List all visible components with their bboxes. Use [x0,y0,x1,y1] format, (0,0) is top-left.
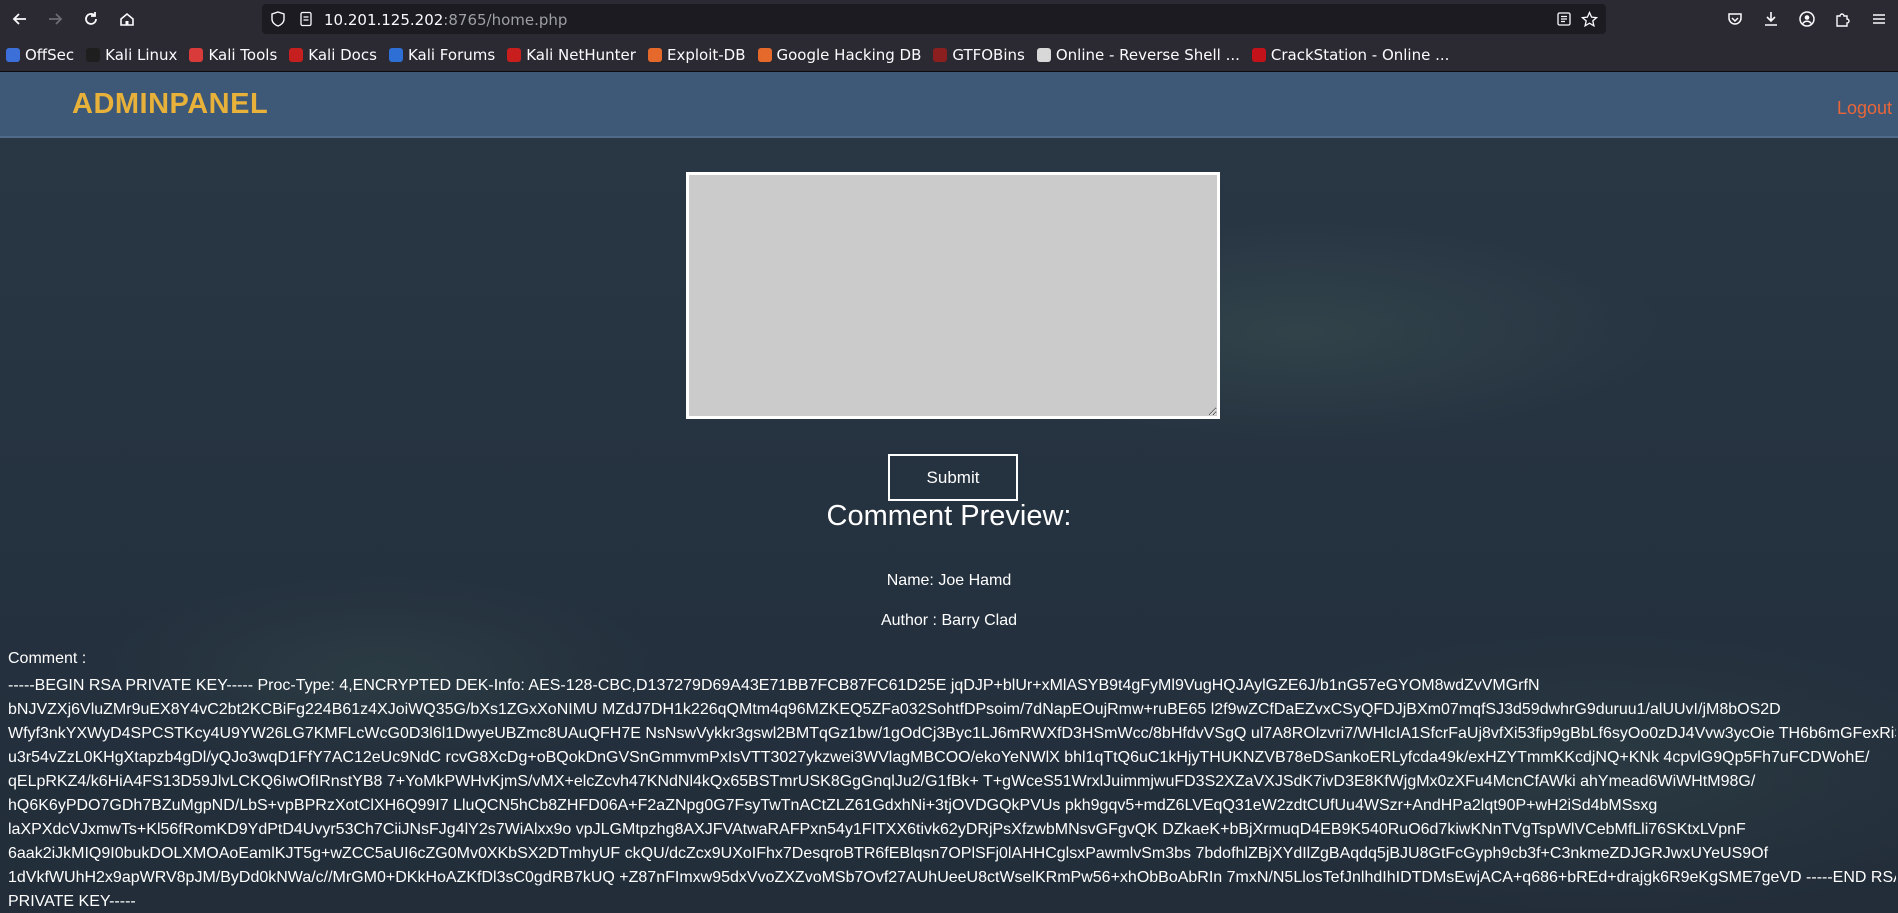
bookmark-item[interactable]: Kali Forums [388,45,496,64]
bookmark-label: Kali Linux [105,45,178,64]
arrow-left-icon [12,13,26,25]
bookmarks-bar: OffSec Kali Linux Kali Tools Kali Docs Kali … [0,38,1898,72]
reload-button[interactable] [76,4,106,34]
bookmark-item[interactable]: Google Hacking DB [757,45,922,64]
bookmark-label: Exploit-DB [666,45,746,64]
account-icon [1799,11,1815,27]
bookmark-item[interactable]: Exploit-DB [647,45,746,64]
reload-icon [85,12,97,25]
comment-line: 6aak2iJkMIQ9I0bukDOLXMOAoEamlKJT5g+wZCC5… [8,845,1769,862]
preview-name: Name: Joe Hamd [886,572,1012,589]
brand-title[interactable]: ADMINPANEL [72,88,268,121]
bookmark-favicon-icon [757,47,772,62]
bookmark-label: CrackStation - Online ... [1270,45,1450,64]
bookmark-favicon-icon [507,47,522,62]
comment-body: -----BEGIN RSA PRIVATE KEY----- Proc-Typ… [8,674,1896,913]
reader-view-icon[interactable] [1556,11,1572,27]
bookmark-item[interactable]: Online - Reverse Shell ... [1036,45,1240,64]
url-path: :8765/home.php [443,10,568,29]
comment-textarea[interactable] [686,172,1220,419]
hamburger-icon [1873,14,1885,24]
forward-button[interactable] [40,4,70,34]
comment-line: 1dVkfWUhH2x9apWRV8pJM/ByDd0kNWa/c//MrGM0… [8,869,1896,886]
comment-label: Comment : [8,650,87,667]
url-bar[interactable]: 10.201.125.202:8765/home.php [262,4,1606,34]
bookmark-item[interactable]: Kali NetHunter [507,46,636,64]
comment-line: u3r54vZzL0KHgXtapzb4gDl/yQJo3wqD1FfY7AC1… [8,749,1870,766]
bookmark-item[interactable]: OffSec [6,46,74,64]
home-icon [120,12,134,26]
bookmark-item[interactable]: GTFOBins [933,45,1025,64]
bookmark-label: Online - Reverse Shell ... [1055,45,1240,64]
comment-line: laXPXdcVJxmwTs+Kl56fRomKD9YdPtD4Uvyr53Ch… [8,821,1746,838]
logout-link[interactable]: Logout [1837,98,1892,119]
bookmark-item[interactable]: Kali Docs [289,46,377,64]
pocket-icon [1728,13,1742,25]
bookmark-label: Kali Tools [208,45,278,64]
page-content: ADMINPANEL Logout Submit Comment Preview… [0,72,1898,913]
arrow-right-icon [49,13,63,25]
submit-button[interactable]: Submit [888,454,1018,501]
downloads-button[interactable] [1756,4,1786,34]
home-button[interactable] [112,4,142,34]
url-text[interactable]: 10.201.125.202:8765/home.php [324,10,567,29]
browser-toolbar: 10.201.125.202:8765/home.php [0,0,1898,38]
bookmark-favicon-icon [647,47,662,62]
bookmark-label: Kali Docs [308,45,377,64]
extensions-button[interactable] [1828,4,1858,34]
bookmark-item[interactable]: Kali Tools [189,46,277,64]
bookmark-favicon-icon [189,47,204,62]
puzzle-icon [1836,13,1850,27]
bookmark-label: Google Hacking DB [776,45,922,64]
comment-line: bNJVZXj6VluZMr9uEX8Y4vC2bt2KCBiFg224B61z… [8,701,1781,718]
admin-navbar: ADMINPANEL Logout [0,72,1898,138]
comment-line: PRIVATE KEY----- [8,893,136,910]
bookmark-favicon-icon [6,47,20,62]
url-host: 10.201.125.202 [324,10,444,29]
bookmark-star-icon[interactable] [1581,10,1598,28]
shield-icon [271,11,285,27]
bookmark-item[interactable]: CrackStation - Online ... [1251,45,1450,64]
comment-preview-title: Comment Preview: [826,500,1072,532]
pocket-button[interactable] [1720,4,1750,34]
bookmark-favicon-icon [289,47,304,62]
bookmark-label: Kali Forums [407,45,496,64]
comment-line: hQ6K6yPDO7GDh7BZuMgpND/LbS+vpBPRzXotClXH… [8,797,1658,814]
download-icon [1765,12,1777,26]
comment-line: qELpRKZ4/k6HiA4FS13D59JlvLCKQ6IwOfIRnstY… [8,773,1756,790]
bookmark-label: GTFOBins [952,45,1025,64]
bookmark-favicon-icon [1036,47,1051,62]
bookmark-favicon-icon [1251,47,1266,62]
bookmark-label: OffSec [25,45,75,64]
bookmark-favicon-icon [86,47,101,62]
back-button[interactable] [5,4,35,34]
bookmark-favicon-icon [388,47,403,62]
page-icon [300,11,312,27]
bookmark-label: Kali NetHunter [526,45,636,64]
comment-line: -----BEGIN RSA PRIVATE KEY----- Proc-Typ… [8,677,1540,694]
toolbar-right [1720,4,1898,34]
preview-author: Author : Barry Clad [880,612,1018,629]
account-button[interactable] [1792,4,1822,34]
bookmark-item[interactable]: Kali Linux [86,46,177,64]
comment-line: Wfyf3nkYXWyD4SPCSTKcy4U9YW26LG7KMFLcWcG0… [8,725,1896,742]
menu-button[interactable] [1864,4,1894,34]
bookmark-favicon-icon [933,47,948,62]
